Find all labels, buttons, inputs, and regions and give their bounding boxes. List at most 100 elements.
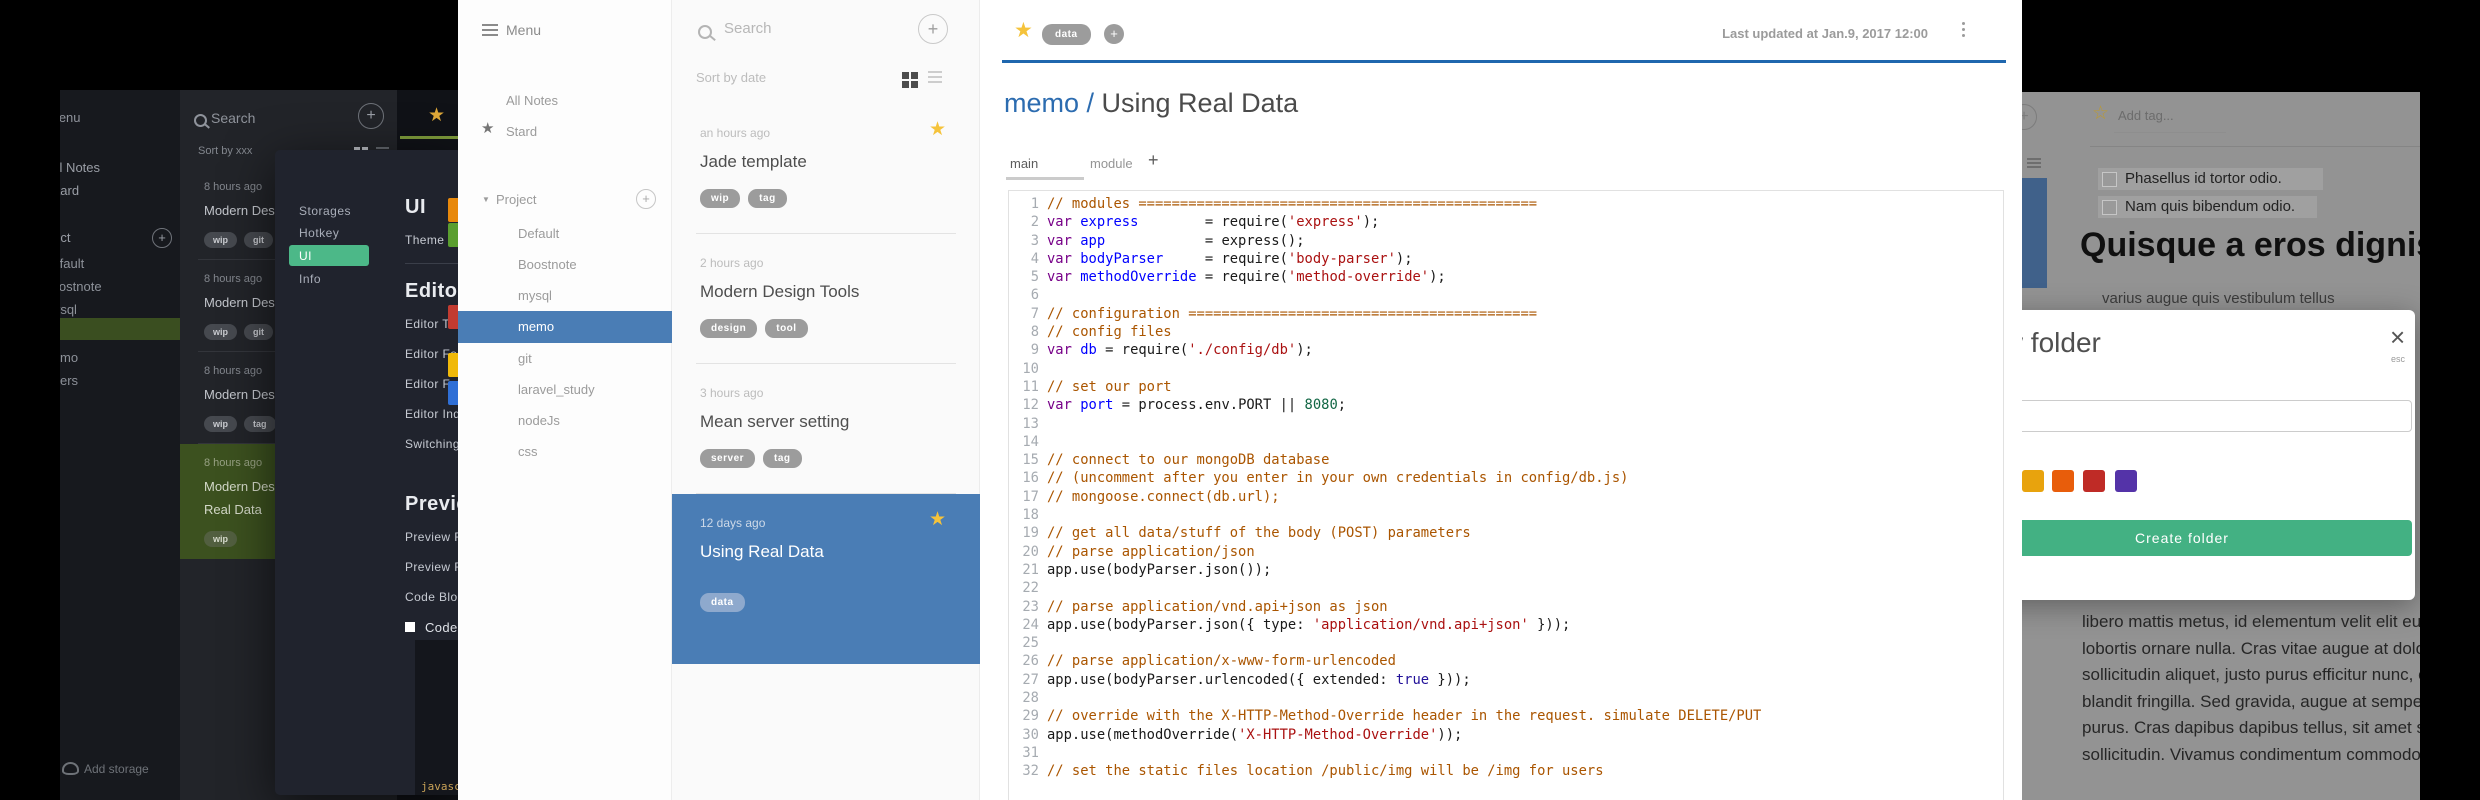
dim-todo-checkbox bbox=[2102, 200, 2117, 215]
dark-add-storage-button[interactable]: Add storage bbox=[84, 762, 149, 776]
note-tag-pill[interactable]: data bbox=[1042, 24, 1091, 45]
settings-row-label[interactable]: Switching bbox=[405, 437, 462, 451]
add-tag-button[interactable]: + bbox=[1104, 24, 1124, 44]
dim-list-icon bbox=[2027, 158, 2041, 160]
code-line: 8// config files bbox=[1030, 324, 1172, 341]
code-line: 19// get all data/stuff of the body (POS… bbox=[1022, 525, 1471, 542]
dark-green-underline bbox=[400, 136, 458, 139]
settings-nav-item-storages[interactable]: Storages bbox=[299, 204, 351, 218]
dark-note-tag: wip bbox=[204, 531, 237, 547]
project-caret-icon[interactable]: ▼ bbox=[482, 195, 490, 204]
settings-row-label[interactable]: Editor Ind bbox=[405, 407, 462, 421]
sidebar-folder-css[interactable]: css bbox=[458, 436, 672, 467]
note-list-item[interactable]: an hours ago ★ Jade template wip tag bbox=[672, 104, 980, 234]
code-line: 20// parse application/json bbox=[1022, 543, 1255, 560]
sidebar-folder-nodeJs[interactable]: nodeJs bbox=[458, 405, 672, 436]
sidebar-folder-memo[interactable]: memo bbox=[458, 311, 672, 343]
settings-row-label[interactable]: Code Blo bbox=[405, 590, 462, 604]
add-folder-icon[interactable]: + bbox=[636, 189, 656, 209]
note-title: Modern Design Tools bbox=[700, 282, 860, 301]
settings-nav-item-ui[interactable]: UI bbox=[299, 249, 312, 263]
code-line: 24 app.use(bodyParser.json({ type: 'appli… bbox=[1022, 616, 1571, 633]
dimmed-screenshot: + ☆ Add tag... Phasellus id tortor odio.… bbox=[2022, 0, 2480, 800]
note-date: an hours ago bbox=[700, 126, 771, 140]
star-icon: ★ bbox=[481, 120, 495, 137]
notes-container: an hours ago ★ Jade template wip tag 2 hours … bbox=[672, 104, 980, 664]
dark-list-view-icon[interactable] bbox=[376, 147, 389, 149]
sort-select[interactable]: Sort by date bbox=[696, 70, 766, 85]
folder-color-swatch[interactable] bbox=[2052, 470, 2074, 492]
dark-search-input[interactable]: Search bbox=[211, 110, 255, 126]
settings-code-preview: javascri bbox=[415, 640, 462, 795]
dark-star-icon[interactable]: ★ bbox=[428, 104, 445, 127]
tab-main[interactable]: main bbox=[1010, 156, 1038, 171]
sidebar-folder-mysql[interactable]: mysql bbox=[458, 280, 672, 311]
settings-nav-item-hotkey[interactable]: Hotkey bbox=[299, 226, 339, 240]
code-line: 21 app.use(bodyParser.json()); bbox=[1022, 561, 1272, 578]
sidebar-folder-git[interactable]: git bbox=[458, 343, 672, 374]
settings-nav-item-info[interactable]: Info bbox=[299, 272, 321, 286]
note-folder-crumb[interactable]: memo bbox=[1004, 88, 1079, 118]
collage-black-right bbox=[2420, 0, 2480, 800]
settings-section-heading: Preview bbox=[405, 493, 462, 515]
kebab-menu-icon[interactable] bbox=[1962, 22, 1965, 25]
code-editor[interactable]: 1// modules ============================… bbox=[1008, 190, 2004, 800]
sidebar-item-all-notes[interactable]: All Notes bbox=[506, 93, 558, 108]
esc-hint: esc bbox=[2391, 354, 2406, 364]
sidebar-project-label[interactable]: Project bbox=[496, 192, 536, 207]
menu-label[interactable]: Menu bbox=[506, 22, 541, 38]
dark-new-note-icon[interactable]: + bbox=[358, 103, 384, 129]
folder-color-swatch[interactable] bbox=[2083, 470, 2105, 492]
tab-module[interactable]: module bbox=[1090, 156, 1133, 171]
code-line: 18 bbox=[1022, 507, 1039, 524]
last-updated-label: Last updated at Jan.9, 2017 12:00 bbox=[1722, 26, 1928, 41]
settings-row-label[interactable]: Preview F bbox=[405, 530, 462, 544]
sidebar-folder-Boostnote[interactable]: Boostnote bbox=[458, 249, 672, 280]
dim-new-note-icon: + bbox=[2022, 104, 2037, 130]
note-list-item[interactable]: 2 hours ago Modern Design Tools design tool bbox=[672, 234, 980, 364]
create-folder-button[interactable]: Create folder bbox=[2022, 520, 2412, 556]
new-note-button[interactable]: + bbox=[918, 14, 948, 44]
close-icon[interactable]: × bbox=[2390, 322, 2405, 353]
note-title: Jade template bbox=[700, 152, 807, 171]
note-tag: server bbox=[700, 449, 756, 468]
dark-folder-item[interactable]: mo bbox=[60, 350, 78, 365]
code-line: 22 bbox=[1022, 580, 1039, 597]
list-view-icon[interactable] bbox=[928, 71, 942, 73]
dark-sort-select[interactable]: Sort by xxx bbox=[198, 145, 252, 157]
code-line: 23// parse application/vnd.api+json as j… bbox=[1022, 598, 1388, 615]
note-date: 2 hours ago bbox=[700, 256, 764, 270]
screenshot-canvas: Menu All Notes Stard ▼ Project + Default… bbox=[0, 0, 2480, 800]
note-star-icon[interactable]: ★ bbox=[1014, 18, 1033, 43]
note-date: 12 days ago bbox=[700, 516, 766, 530]
settings-row-label[interactable]: Preview F bbox=[405, 560, 462, 574]
crumb-separator: / bbox=[1079, 88, 1102, 118]
search-input[interactable]: Search bbox=[724, 20, 772, 37]
code-line: 2 var express = require('express'); bbox=[1030, 214, 1380, 231]
note-star-icon[interactable]: ★ bbox=[929, 118, 946, 141]
grid-view-icon[interactable] bbox=[902, 72, 909, 79]
settings-section-heading: Editor bbox=[405, 280, 462, 302]
note-list: Search + Sort by date an hours ago ★ Jade … bbox=[672, 0, 980, 800]
dark-add-folder-icon[interactable]: + bbox=[152, 228, 172, 248]
sidebar: Menu All Notes ★ Stard ▼ Project + Defau… bbox=[458, 0, 672, 800]
note-list-item[interactable]: 3 hours ago Mean server setting server tag bbox=[672, 364, 980, 494]
settings-checkbox-label: Code bbox=[425, 620, 458, 635]
settings-checkbox[interactable] bbox=[405, 622, 415, 632]
code-line: 4 var bodyParser = require('body-parser')… bbox=[1030, 250, 1413, 267]
folder-color-swatch[interactable] bbox=[2022, 470, 2044, 492]
sidebar-item-starred[interactable]: Stard bbox=[506, 124, 537, 139]
note-list-item[interactable]: 12 days ago ★ Using Real Data data bbox=[672, 494, 980, 664]
code-line: 26// parse application/x-www-form-urlenc… bbox=[1022, 653, 1396, 670]
code-line: 32// set the static files location /publ… bbox=[1022, 763, 1604, 780]
note-title-text[interactable]: Using Real Data bbox=[1102, 88, 1299, 118]
dim-input-underline bbox=[2114, 132, 2226, 133]
folder-name-input[interactable] bbox=[2022, 400, 2412, 432]
sidebar-folder-Default[interactable]: Default bbox=[458, 218, 672, 249]
hamburger-menu-icon[interactable] bbox=[482, 24, 498, 26]
dark-folder-item[interactable]: ers bbox=[60, 373, 78, 388]
note-star-icon[interactable]: ★ bbox=[929, 508, 946, 531]
add-snippet-tab-button[interactable]: + bbox=[1148, 150, 1159, 171]
sidebar-folder-laravel_study[interactable]: laravel_study bbox=[458, 374, 672, 405]
folder-color-swatch[interactable] bbox=[2115, 470, 2137, 492]
